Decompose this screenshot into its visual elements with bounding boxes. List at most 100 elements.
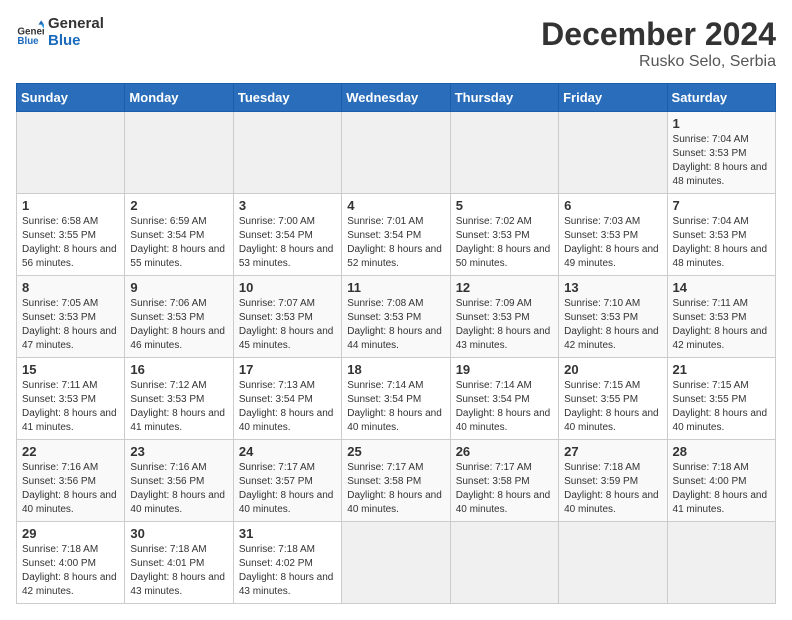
svg-text:Blue: Blue — [17, 36, 39, 47]
day-number: 24 — [239, 444, 337, 459]
day-info: Sunrise: 7:18 AMSunset: 3:59 PMDaylight:… — [564, 461, 662, 517]
calendar-cell — [559, 522, 667, 604]
calendar-cell: 3Sunrise: 7:00 AMSunset: 3:54 PMDaylight… — [233, 194, 341, 276]
calendar-cell: 1 Sunrise: 6:58 AMSunset: 3:55 PMDaylight… — [17, 194, 125, 276]
day-number: 13 — [564, 280, 662, 295]
day-number: 12 — [456, 280, 554, 295]
header-tuesday: Tuesday — [233, 84, 341, 112]
calendar-cell: 14 Sunrise: 7:11 AMSunset: 3:53 PMDayligh… — [667, 276, 775, 358]
day-number: 22 — [22, 444, 120, 459]
calendar-body: 1Sunrise: 7:04 AMSunset: 3:53 PMDaylight… — [17, 112, 776, 604]
calendar-week-row: 22Sunrise: 7:16 AMSunset: 3:56 PMDayligh… — [17, 440, 776, 522]
day-number: 1 — [22, 198, 120, 213]
day-info: Sunrise: 7:10 AMSunset: 3:53 PMDaylight:… — [564, 297, 662, 353]
day-info: Sunrise: 7:08 AMSunset: 3:53 PMDaylight:… — [347, 297, 445, 353]
day-number: 14 — [673, 280, 771, 295]
day-info: Sunrise: 7:01 AMSunset: 3:54 PMDaylight:… — [347, 215, 445, 271]
calendar-cell: 21Sunrise: 7:15 AMSunset: 3:55 PMDayligh… — [667, 358, 775, 440]
calendar-cell: 23Sunrise: 7:16 AMSunset: 3:56 PMDayligh… — [125, 440, 233, 522]
header-saturday: Saturday — [667, 84, 775, 112]
calendar-cell: 11 Sunrise: 7:08 AMSunset: 3:53 PMDayligh… — [342, 276, 450, 358]
calendar-title: December 2024 — [541, 16, 776, 53]
logo-text-general: General — [48, 16, 104, 33]
day-number: 20 — [564, 362, 662, 377]
day-info: Sunrise: 7:17 AMSunset: 3:58 PMDaylight:… — [456, 461, 554, 517]
calendar-week-row: 8 Sunrise: 7:05 AMSunset: 3:53 PMDaylight… — [17, 276, 776, 358]
day-number: 11 — [347, 280, 445, 295]
day-number: 6 — [564, 198, 662, 213]
calendar-cell — [450, 112, 558, 194]
day-number: 19 — [456, 362, 554, 377]
day-info: Sunrise: 7:17 AMSunset: 3:57 PMDaylight:… — [239, 461, 337, 517]
day-number: 21 — [673, 362, 771, 377]
calendar-cell — [233, 112, 341, 194]
day-info: Sunrise: 7:18 AMSunset: 4:02 PMDaylight:… — [239, 543, 337, 599]
calendar-week-row: 1 Sunrise: 6:58 AMSunset: 3:55 PMDaylight… — [17, 194, 776, 276]
calendar-cell: 22Sunrise: 7:16 AMSunset: 3:56 PMDayligh… — [17, 440, 125, 522]
day-info: Sunrise: 7:02 AMSunset: 3:53 PMDaylight:… — [456, 215, 554, 271]
day-info: Sunrise: 7:03 AMSunset: 3:53 PMDaylight:… — [564, 215, 662, 271]
calendar-cell: 1Sunrise: 7:04 AMSunset: 3:53 PMDaylight… — [667, 112, 775, 194]
logo-text-blue: Blue — [48, 33, 104, 50]
day-info: Sunrise: 7:17 AMSunset: 3:58 PMDaylight:… — [347, 461, 445, 517]
day-number: 1 — [673, 116, 771, 131]
day-number: 3 — [239, 198, 337, 213]
calendar-cell: 26Sunrise: 7:17 AMSunset: 3:58 PMDayligh… — [450, 440, 558, 522]
calendar-cell: 8 Sunrise: 7:05 AMSunset: 3:53 PMDaylight… — [17, 276, 125, 358]
day-info: Sunrise: 7:09 AMSunset: 3:53 PMDaylight:… — [456, 297, 554, 353]
calendar-cell: 12 Sunrise: 7:09 AMSunset: 3:53 PMDayligh… — [450, 276, 558, 358]
calendar-cell: 13 Sunrise: 7:10 AMSunset: 3:53 PMDayligh… — [559, 276, 667, 358]
calendar-cell: 10 Sunrise: 7:07 AMSunset: 3:53 PMDayligh… — [233, 276, 341, 358]
calendar-cell — [342, 522, 450, 604]
calendar-cell: 31 Sunrise: 7:18 AMSunset: 4:02 PMDayligh… — [233, 522, 341, 604]
calendar-cell: 19Sunrise: 7:14 AMSunset: 3:54 PMDayligh… — [450, 358, 558, 440]
day-info: Sunrise: 7:06 AMSunset: 3:53 PMDaylight:… — [130, 297, 228, 353]
day-info: Sunrise: 7:18 AMSunset: 4:00 PMDaylight:… — [673, 461, 771, 517]
day-number: 25 — [347, 444, 445, 459]
calendar-cell: 16Sunrise: 7:12 AMSunset: 3:53 PMDayligh… — [125, 358, 233, 440]
calendar-cell: 25 Sunrise: 7:17 AMSunset: 3:58 PMDayligh… — [342, 440, 450, 522]
calendar-table: SundayMondayTuesdayWednesdayThursdayFrid… — [16, 83, 776, 604]
calendar-subtitle: Rusko Selo, Serbia — [541, 53, 776, 71]
day-info: Sunrise: 7:12 AMSunset: 3:53 PMDaylight:… — [130, 379, 228, 435]
day-number: 15 — [22, 362, 120, 377]
day-number: 31 — [239, 526, 337, 541]
calendar-week-row: 29Sunrise: 7:18 AMSunset: 4:00 PMDayligh… — [17, 522, 776, 604]
day-info: Sunrise: 7:05 AMSunset: 3:53 PMDaylight:… — [22, 297, 120, 353]
day-number: 2 — [130, 198, 228, 213]
day-info: Sunrise: 7:18 AMSunset: 4:00 PMDaylight:… — [22, 543, 120, 599]
calendar-week-row: 15 Sunrise: 7:11 AMSunset: 3:53 PMDayligh… — [17, 358, 776, 440]
day-number: 8 — [22, 280, 120, 295]
logo: General Blue General Blue — [16, 16, 104, 49]
calendar-header-row: SundayMondayTuesdayWednesdayThursdayFrid… — [17, 84, 776, 112]
header-monday: Monday — [125, 84, 233, 112]
day-number: 27 — [564, 444, 662, 459]
day-number: 30 — [130, 526, 228, 541]
page-header: General Blue General Blue December 2024 … — [16, 16, 776, 71]
calendar-cell — [125, 112, 233, 194]
day-info: Sunrise: 6:59 AMSunset: 3:54 PMDaylight:… — [130, 215, 228, 271]
day-number: 9 — [130, 280, 228, 295]
title-block: December 2024 Rusko Selo, Serbia — [541, 16, 776, 71]
day-number: 5 — [456, 198, 554, 213]
calendar-cell: 17Sunrise: 7:13 AMSunset: 3:54 PMDayligh… — [233, 358, 341, 440]
calendar-cell: 7Sunrise: 7:04 AMSunset: 3:53 PMDaylight… — [667, 194, 775, 276]
calendar-cell: 27 Sunrise: 7:18 AMSunset: 3:59 PMDayligh… — [559, 440, 667, 522]
day-number: 7 — [673, 198, 771, 213]
day-info: Sunrise: 6:58 AMSunset: 3:55 PMDaylight:… — [22, 215, 120, 271]
day-info: Sunrise: 7:07 AMSunset: 3:53 PMDaylight:… — [239, 297, 337, 353]
day-number: 10 — [239, 280, 337, 295]
calendar-cell: 24 Sunrise: 7:17 AMSunset: 3:57 PMDayligh… — [233, 440, 341, 522]
day-info: Sunrise: 7:11 AMSunset: 3:53 PMDaylight:… — [673, 297, 771, 353]
header-sunday: Sunday — [17, 84, 125, 112]
calendar-cell: 18Sunrise: 7:14 AMSunset: 3:54 PMDayligh… — [342, 358, 450, 440]
day-number: 23 — [130, 444, 228, 459]
calendar-cell: 20Sunrise: 7:15 AMSunset: 3:55 PMDayligh… — [559, 358, 667, 440]
calendar-cell: 30Sunrise: 7:18 AMSunset: 4:01 PMDayligh… — [125, 522, 233, 604]
header-thursday: Thursday — [450, 84, 558, 112]
calendar-cell — [450, 522, 558, 604]
calendar-cell: 9 Sunrise: 7:06 AMSunset: 3:53 PMDaylight… — [125, 276, 233, 358]
calendar-cell: 28Sunrise: 7:18 AMSunset: 4:00 PMDayligh… — [667, 440, 775, 522]
calendar-cell — [667, 522, 775, 604]
day-info: Sunrise: 7:11 AMSunset: 3:53 PMDaylight:… — [22, 379, 120, 435]
